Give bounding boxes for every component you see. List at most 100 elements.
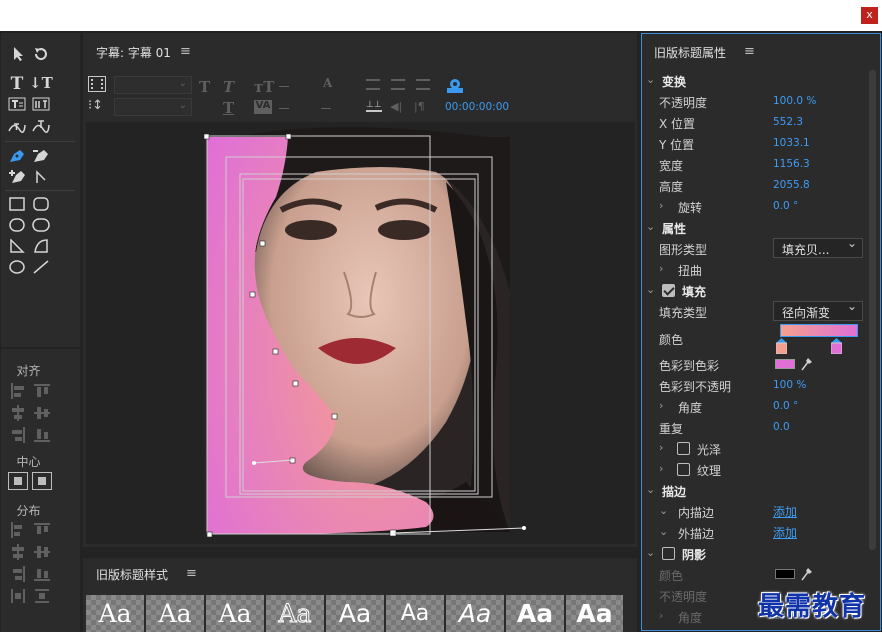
fill-section[interactable]: ⌄ 填充 bbox=[642, 282, 872, 300]
styles-menu-icon[interactable]: ≡ bbox=[186, 566, 197, 581]
show-video-icon[interactable] bbox=[446, 78, 464, 94]
ellipse-tool-icon[interactable] bbox=[7, 259, 27, 277]
italic-icon: T bbox=[223, 78, 235, 96]
color-to-opacity-value[interactable]: 100 % bbox=[773, 379, 806, 391]
style-swatch[interactable]: Aa bbox=[566, 595, 623, 632]
style-swatch[interactable]: Aa bbox=[386, 595, 444, 632]
fill-type-dropdown[interactable]: 径向渐变 bbox=[773, 299, 863, 321]
line-tool-icon[interactable] bbox=[31, 259, 51, 277]
pen-tool-icon[interactable] bbox=[7, 147, 27, 165]
fill-checkbox[interactable] bbox=[662, 284, 675, 297]
delete-anchor-tool-icon[interactable] bbox=[31, 147, 51, 165]
type-tool-icon[interactable]: T bbox=[7, 74, 27, 94]
play-in-icon: ◀| bbox=[390, 100, 403, 113]
distort-row[interactable]: › 扭曲 bbox=[642, 261, 872, 279]
distribute-right-icon[interactable] bbox=[9, 565, 27, 583]
tab-stops-ruler-icon[interactable]: ⊥⊥ bbox=[366, 100, 382, 112]
width-value[interactable]: 1156.3 bbox=[773, 158, 810, 170]
center-vertical-icon[interactable] bbox=[32, 472, 52, 490]
angle-row[interactable]: › 角度 0.0 ° bbox=[642, 398, 872, 416]
color-to-opacity-row: 色彩到不透明 100 % bbox=[659, 379, 807, 394]
transform-section[interactable]: ⌄ 变换 bbox=[642, 72, 872, 90]
repeat-value[interactable]: 0.0 bbox=[773, 421, 790, 433]
add-anchor-tool-icon[interactable] bbox=[7, 168, 27, 186]
style-swatch[interactable]: Aa bbox=[146, 595, 204, 632]
convert-anchor-tool-icon[interactable] bbox=[31, 168, 51, 186]
style-swatch[interactable]: Aa bbox=[86, 595, 144, 632]
background-video-icon[interactable] bbox=[88, 76, 106, 92]
style-swatch[interactable]: Aa bbox=[206, 595, 264, 632]
align-left-icon[interactable] bbox=[9, 382, 27, 400]
distribute-left-icon[interactable] bbox=[9, 521, 27, 539]
align-top-icon[interactable] bbox=[33, 382, 51, 400]
rectangle-tool-icon[interactable] bbox=[7, 196, 27, 214]
style-swatch[interactable]: Aa bbox=[326, 595, 384, 632]
arc-tool-icon[interactable] bbox=[31, 238, 51, 256]
y-position-value[interactable]: 1033.1 bbox=[773, 137, 810, 149]
distribute-vertical-spacing-icon[interactable] bbox=[33, 587, 51, 605]
path-type-tool-icon[interactable] bbox=[7, 118, 27, 136]
x-position-row: X 位置 552.3 bbox=[659, 116, 804, 131]
area-type-tool-icon[interactable] bbox=[7, 96, 27, 114]
rotation-value[interactable]: 0.0 ° bbox=[773, 200, 798, 212]
close-button[interactable]: x bbox=[861, 7, 878, 24]
distribute-center-icon[interactable] bbox=[9, 543, 27, 561]
rotation-tool-icon[interactable] bbox=[31, 45, 51, 63]
opacity-row: 不透明度 100.0 % bbox=[659, 95, 817, 110]
vertical-type-tool-icon[interactable]: ↓T bbox=[29, 74, 53, 92]
divider bbox=[5, 141, 75, 142]
distribute-top-icon[interactable] bbox=[33, 521, 51, 539]
align-bottom-icon[interactable] bbox=[33, 426, 51, 444]
angle-value[interactable]: 0.0 ° bbox=[773, 400, 798, 412]
rotation-row[interactable]: › 旋转 0.0 ° bbox=[642, 198, 872, 216]
style-swatch[interactable]: Aa bbox=[446, 595, 504, 632]
leading-icon: A bbox=[323, 76, 333, 90]
distribute-bottom-icon[interactable] bbox=[33, 565, 51, 583]
stroke-section[interactable]: ⌄ 描边 bbox=[642, 482, 872, 500]
underline-icon: T bbox=[223, 99, 235, 117]
x-position-value[interactable]: 552.3 bbox=[773, 116, 803, 128]
shadow-color-swatch[interactable] bbox=[775, 569, 795, 579]
color-to-color-swatch[interactable] bbox=[775, 359, 795, 369]
wedge-tool-icon[interactable] bbox=[7, 238, 27, 256]
align-vertical-center-icon[interactable] bbox=[33, 404, 51, 422]
properties-menu-icon[interactable]: ≡ bbox=[744, 44, 755, 59]
sheen-checkbox[interactable] bbox=[677, 442, 690, 455]
align-right-icon[interactable] bbox=[9, 426, 27, 444]
gradient-start-stop[interactable] bbox=[775, 338, 788, 355]
clipped-corner-tool-icon[interactable] bbox=[7, 217, 27, 235]
properties-scrollbar[interactable] bbox=[869, 70, 876, 550]
shadow-eyedropper-icon[interactable] bbox=[800, 566, 814, 582]
panel-menu-icon[interactable]: ≡ bbox=[180, 44, 191, 59]
distribute-horizontal-spacing-icon[interactable] bbox=[9, 587, 27, 605]
rounded-corner-tool-icon[interactable] bbox=[31, 217, 51, 235]
shadow-checkbox[interactable] bbox=[662, 547, 675, 560]
vertical-path-type-tool-icon[interactable] bbox=[31, 118, 51, 136]
add-inner-stroke-link[interactable]: 添加 bbox=[773, 503, 797, 520]
graphic-type-dropdown[interactable]: 填充贝... bbox=[773, 236, 863, 258]
distribute-middle-icon[interactable] bbox=[33, 543, 51, 561]
eyedropper-icon[interactable] bbox=[800, 356, 814, 372]
align-horizontal-center-icon[interactable] bbox=[9, 404, 27, 422]
center-horizontal-icon[interactable] bbox=[8, 472, 28, 490]
timecode[interactable]: 00:00:00:00 bbox=[445, 101, 509, 113]
chevron-down-icon: ⌄ bbox=[646, 546, 656, 559]
texture-checkbox[interactable] bbox=[677, 463, 690, 476]
opacity-value[interactable]: 100.0 % bbox=[773, 95, 816, 107]
style-swatch[interactable]: Aa bbox=[266, 595, 324, 632]
vertical-area-type-tool-icon[interactable] bbox=[31, 96, 51, 114]
tab-stops-icon[interactable]: ⁝↕ bbox=[88, 98, 103, 113]
properties-section[interactable]: ⌄ 属性 bbox=[642, 219, 872, 237]
shadow-section[interactable]: ⌄ 阴影 bbox=[642, 545, 872, 563]
gradient-ramp[interactable] bbox=[780, 324, 858, 337]
texture-row[interactable]: › 纹理 bbox=[642, 461, 872, 479]
graphic-type-row: 图形类型 填充贝... bbox=[642, 236, 872, 258]
selection-tool-icon[interactable] bbox=[9, 45, 29, 63]
add-outer-stroke-link[interactable]: 添加 bbox=[773, 524, 797, 541]
rounded-rectangle-tool-icon[interactable] bbox=[31, 196, 51, 214]
gradient-end-stop[interactable] bbox=[830, 338, 843, 355]
height-value[interactable]: 2055.8 bbox=[773, 179, 810, 191]
style-swatch[interactable]: Aa bbox=[506, 595, 564, 632]
sheen-row[interactable]: › 光泽 bbox=[642, 440, 872, 458]
title-canvas[interactable] bbox=[86, 122, 635, 544]
